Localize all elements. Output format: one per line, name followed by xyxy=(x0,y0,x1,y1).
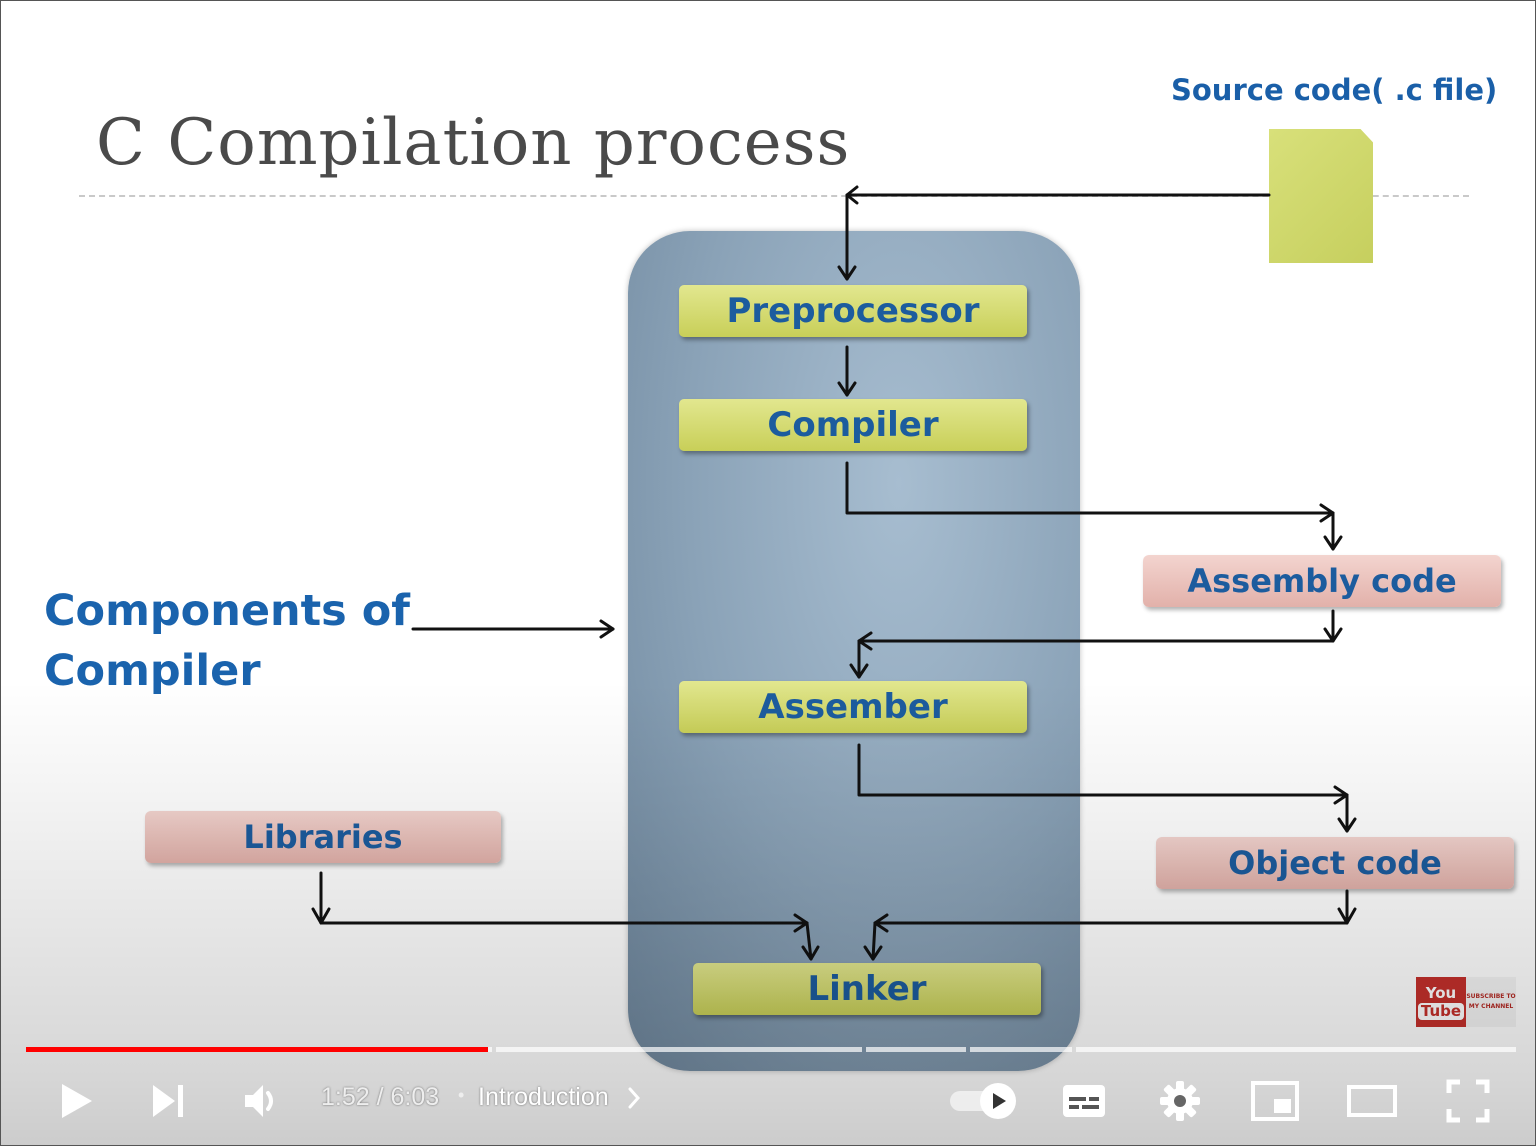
youtube-logo-tube: Tube xyxy=(1417,1002,1465,1020)
progress-bar[interactable] xyxy=(26,1045,1516,1053)
play-icon xyxy=(62,1084,92,1118)
miniplayer-button[interactable] xyxy=(1247,1073,1303,1129)
youtube-subscribe-badge[interactable]: You Tube SUBSCRIBE TO MY CHANNEL xyxy=(1416,977,1516,1027)
play-button[interactable] xyxy=(45,1073,105,1129)
chapter-label: Introduction xyxy=(478,1083,609,1111)
flow-arrows xyxy=(311,185,1357,961)
theater-icon xyxy=(1347,1085,1397,1117)
youtube-logo-you: You xyxy=(1425,983,1457,1002)
volume-icon xyxy=(245,1085,273,1117)
miniplayer-icon xyxy=(1251,1081,1299,1121)
fullscreen-icon xyxy=(1446,1079,1490,1123)
chapter-segment-4[interactable] xyxy=(970,1047,1072,1052)
arrow-object-linker xyxy=(873,889,1349,925)
settings-button[interactable] xyxy=(1153,1073,1207,1129)
video-frame[interactable]: C Compilation process Source code( .c fi… xyxy=(1,1,1535,1145)
next-icon xyxy=(153,1085,183,1117)
chapter-segment-5[interactable] xyxy=(1076,1047,1516,1052)
next-button[interactable] xyxy=(141,1073,193,1129)
youtube-logo-icon: You Tube xyxy=(1416,977,1466,1027)
chapter-title[interactable]: Introduction xyxy=(478,1083,642,1112)
arrow-compiler-assembly xyxy=(845,461,1335,515)
arrow-libraries-linker xyxy=(319,871,809,925)
video-player[interactable]: C Compilation process Source code( .c fi… xyxy=(0,0,1536,1146)
fullscreen-button[interactable] xyxy=(1441,1073,1495,1129)
arrow-assembler-object xyxy=(857,743,1349,797)
time-chapter-separator: • xyxy=(458,1085,465,1105)
subtitles-button[interactable] xyxy=(1057,1073,1111,1129)
chapter-segment-2[interactable] xyxy=(496,1047,862,1052)
gear-icon xyxy=(1160,1081,1200,1121)
time-display: 1:52 / 6:03 xyxy=(321,1083,440,1111)
chevron-right-icon xyxy=(628,1087,640,1109)
autoplay-toggle[interactable] xyxy=(945,1073,1021,1129)
arrow-assembly-assembler xyxy=(857,609,1335,643)
subscribe-text: SUBSCRIBE TO MY CHANNEL xyxy=(1466,977,1516,1027)
volume-button[interactable] xyxy=(233,1073,289,1129)
subtitles-icon xyxy=(1063,1085,1105,1117)
theater-mode-button[interactable] xyxy=(1343,1073,1401,1129)
progress-played xyxy=(26,1047,488,1052)
autoplay-toggle-icon xyxy=(950,1083,1016,1119)
chapter-segment-3[interactable] xyxy=(866,1047,966,1052)
